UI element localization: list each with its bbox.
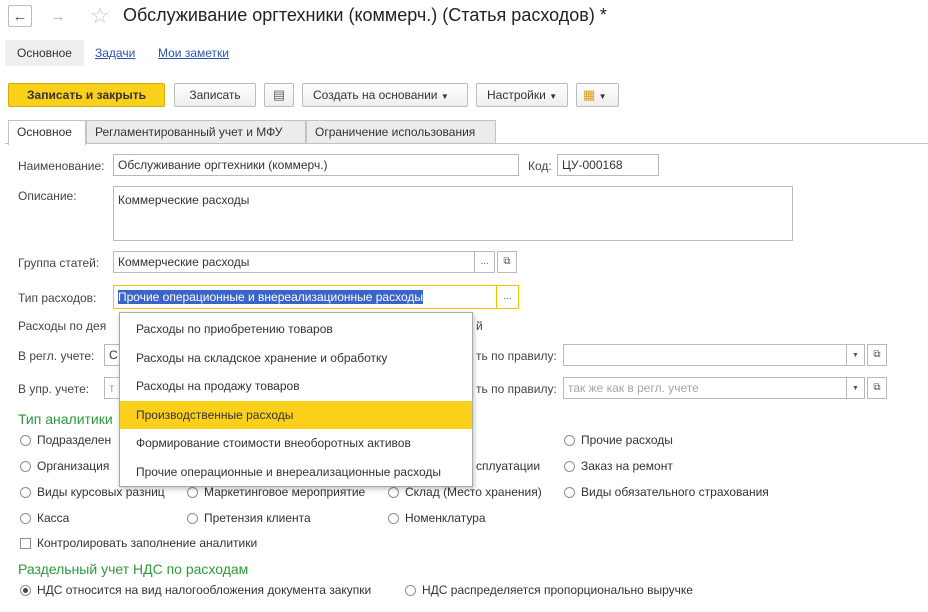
rule-label-upr: ть по правилу: xyxy=(476,382,557,396)
rule-dropdown-button-upr[interactable]: ▼ xyxy=(847,377,865,399)
analytics-section-title: Тип аналитики xyxy=(18,411,113,427)
activity-label-tail: й xyxy=(476,319,483,333)
open-icon: ⧉ xyxy=(873,349,881,360)
radio-label: Склад (Место хранения) xyxy=(405,485,542,499)
chevron-down-icon: ▼ xyxy=(598,92,607,101)
chevron-down-icon: ▼ xyxy=(549,92,558,101)
nav-tab-tasks[interactable]: Задачи xyxy=(95,40,135,66)
dropdown-item[interactable]: Расходы на складское хранение и обработк… xyxy=(120,344,472,373)
rule-label-regl: ть по правилу: xyxy=(476,349,557,363)
upr-label: В упр. учете: xyxy=(18,382,90,396)
page-title: Обслуживание оргтехники (коммерч.) (Стат… xyxy=(123,5,607,25)
radio-label: сплуатации xyxy=(476,459,541,473)
radio-warehouse[interactable]: Склад (Место хранения) xyxy=(388,485,542,499)
type-field[interactable]: Прочие операционные и внереализационные … xyxy=(113,285,497,309)
radio-label: Заказ на ремонт xyxy=(581,459,673,473)
radio-label: Виды обязательного страхования xyxy=(581,485,769,499)
activity-label: Расходы по дея xyxy=(18,319,107,333)
reports-button[interactable]: ▦ ▼ xyxy=(576,83,619,107)
chevron-down-icon: ▼ xyxy=(852,352,859,359)
radio-cash[interactable]: Касса xyxy=(20,511,69,525)
radio-label: Организация xyxy=(37,459,110,473)
dropdown-item[interactable]: Расходы по приобретению товаров xyxy=(120,315,472,344)
rule-field-regl[interactable] xyxy=(563,344,847,366)
radio-vat-proportional[interactable]: НДС распределяется пропорционально выруч… xyxy=(405,583,693,597)
radio-vat-purchase[interactable]: НДС относится на вид налогообложения док… xyxy=(20,583,371,597)
code-field[interactable]: ЦУ-000168 xyxy=(557,154,659,176)
name-label: Наименование: xyxy=(18,159,105,173)
tab-divider xyxy=(5,143,928,144)
radio-organization[interactable]: Организация xyxy=(20,459,109,473)
nav-tab-main[interactable]: Основное xyxy=(5,40,84,66)
radio-insurance[interactable]: Виды обязательного страхования xyxy=(564,485,769,499)
code-label: Код: xyxy=(528,159,552,173)
open-icon: ⧉ xyxy=(873,382,881,393)
vat-section-title: Раздельный учет НДС по расходам xyxy=(18,561,249,577)
radio-label: Маркетинговое мероприятие xyxy=(204,485,366,499)
radio-subdivision[interactable]: Подразделен xyxy=(20,433,111,447)
radio-label: Подразделен xyxy=(37,433,112,447)
create-based-on-label: Создать на основании xyxy=(313,88,438,102)
expense-type-dropdown: Расходы по приобретению товаров Расходы … xyxy=(119,312,473,487)
tab-regulated[interactable]: Регламентированный учет и МФУ xyxy=(86,120,306,144)
dropdown-item-selected[interactable]: Производственные расходы xyxy=(120,400,472,429)
arrow-right-icon: → xyxy=(50,7,66,25)
type-label: Тип расходов: xyxy=(18,291,97,305)
group-select-button[interactable]: ... xyxy=(475,251,495,273)
chevron-down-icon: ▼ xyxy=(852,385,859,392)
settings-button[interactable]: Настройки ▼ xyxy=(476,83,568,107)
radio-other-expenses[interactable]: Прочие расходы xyxy=(564,433,673,447)
radio-repair-order[interactable]: Заказ на ремонт xyxy=(564,459,673,473)
rule-open-button-upr[interactable]: ⧉ xyxy=(867,377,887,399)
checkbox-label: Контролировать заполнение аналитики xyxy=(37,536,258,550)
type-selected-text: Прочие операционные и внереализационные … xyxy=(118,290,424,304)
radio-label: НДС распределяется пропорционально выруч… xyxy=(422,583,693,597)
radio-label: Касса xyxy=(37,511,70,525)
forward-button[interactable]: → xyxy=(46,5,70,27)
radio-marketing[interactable]: Маркетинговое мероприятие xyxy=(187,485,365,499)
radio-claim[interactable]: Претензия клиента xyxy=(187,511,311,525)
rule-field-upr[interactable]: так же как в регл. учете xyxy=(563,377,847,399)
nav-tab-notes[interactable]: Мои заметки xyxy=(158,40,229,66)
open-icon: ⧉ xyxy=(503,256,511,267)
radio-nomenclature[interactable]: Номенклатура xyxy=(388,511,486,525)
favorite-star-icon[interactable]: ☆ xyxy=(90,3,110,29)
group-label: Группа статей: xyxy=(18,256,100,270)
dropdown-item[interactable]: Расходы на продажу товаров xyxy=(120,372,472,401)
radio-currency-diff[interactable]: Виды курсовых разниц xyxy=(20,485,165,499)
radio-label: Номенклатура xyxy=(405,511,486,525)
regl-label: В регл. учете: xyxy=(18,349,95,363)
group-field[interactable]: Коммерческие расходы xyxy=(113,251,475,273)
dropdown-item[interactable]: Формирование стоимости внеоборотных акти… xyxy=(120,429,472,458)
rule-open-button-regl[interactable]: ⧉ xyxy=(867,344,887,366)
radio-label: Претензия клиента xyxy=(204,511,311,525)
save-button[interactable]: Записать xyxy=(174,83,256,107)
name-field[interactable]: Обслуживание оргтехники (коммерч.) xyxy=(113,154,519,176)
radio-label: Прочие расходы xyxy=(581,433,673,447)
radio-label: Виды курсовых разниц xyxy=(37,485,165,499)
radio-label: НДС относится на вид налогообложения док… xyxy=(37,583,372,597)
create-based-on-button[interactable]: Создать на основании ▼ xyxy=(302,83,468,107)
list-icon-button[interactable]: ▤ xyxy=(264,83,294,107)
dropdown-item[interactable]: Прочие операционные и внереализационные … xyxy=(120,458,472,487)
chevron-down-icon: ▼ xyxy=(440,92,449,101)
description-field[interactable]: Коммерческие расходы xyxy=(113,186,793,241)
settings-label: Настройки xyxy=(487,88,546,102)
report-icon: ▦ xyxy=(583,87,596,102)
type-select-button[interactable]: ... xyxy=(497,285,519,309)
tab-main[interactable]: Основное xyxy=(8,120,86,145)
save-and-close-button[interactable]: Записать и закрыть xyxy=(8,83,165,107)
group-open-button[interactable]: ⧉ xyxy=(497,251,517,273)
tab-usage-restriction[interactable]: Ограничение использования xyxy=(306,120,496,144)
arrow-left-icon: ← xyxy=(12,7,28,25)
document-list-icon: ▤ xyxy=(272,87,286,102)
rule-dropdown-button-regl[interactable]: ▼ xyxy=(847,344,865,366)
control-analytics-checkbox[interactable]: Контролировать заполнение аналитики xyxy=(20,536,257,550)
radio-exploitation[interactable]: сплуатации xyxy=(476,459,540,473)
back-button[interactable]: ← xyxy=(8,5,32,27)
description-label: Описание: xyxy=(18,189,77,203)
